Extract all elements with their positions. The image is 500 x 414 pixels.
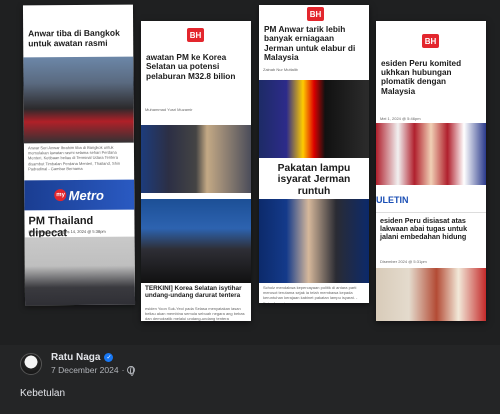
card-headline: Anwar tiba di Bangkok untuk awatan rasmi (28, 27, 120, 48)
post-date[interactable]: 7 December 2024 (51, 365, 119, 375)
card-date: Mei 1, 2024 @ 5:46pm (380, 116, 421, 121)
card-date-secondary: Disember 2024 @ 5:31pm (380, 259, 427, 264)
date-row: 7 December 2024 · (51, 365, 136, 376)
image-collage[interactable]: Anwar tiba di Bangkok untuk awatan rasmi… (0, 0, 500, 345)
bh-logo: BH (187, 28, 204, 42)
card-headline: esiden Peru komited ukhkan hubungan plom… (381, 59, 462, 96)
news-photo (141, 125, 251, 193)
news-photo-portrait (376, 268, 486, 321)
name-row: Ratu Naga ✓ (51, 352, 135, 363)
bh-logo: BH (422, 34, 439, 48)
post-caption: Kebetulan (20, 388, 66, 399)
globe-icon[interactable] (127, 366, 136, 376)
bh-logo: BH (307, 7, 324, 21)
card-body-text: Anwar Seri Anwar Ibrahim tiba di Bangkok… (27, 144, 121, 172)
card-body-text: Scholz mendakwa kepercayaan politik di a… (263, 285, 358, 303)
buletin-logo: ULETIN (376, 193, 486, 213)
news-photo (376, 123, 486, 185)
card-headline-secondary: Pakatan lampu isyarat Jerman runtuh (277, 163, 351, 197)
news-photo (259, 80, 369, 158)
post-meta: Ratu Naga ✓ 7 December 2024 · (51, 352, 136, 376)
card-date: Diterbitkan pada: Ogos 14, 2024 @ 5:38pm (28, 228, 106, 235)
card-byline: Muhammad Yusri Muzamir (145, 107, 193, 112)
card-headline-secondary: TERKINI] Korea Selatan isytihar undang-u… (145, 285, 242, 300)
news-photo (23, 56, 134, 144)
news-card-peru[interactable]: BH esiden Peru komited ukhkan hubungan p… (376, 21, 486, 321)
verified-badge-icon: ✓ (104, 353, 114, 362)
post-author: Ratu Naga ✓ 7 December 2024 · (20, 352, 136, 376)
news-card-korea[interactable]: BH awatan PM ke Korea Selatan ua potensi… (141, 21, 251, 321)
news-card-germany[interactable]: BH PM Anwar tarik lebih banyak erniagaan… (259, 5, 369, 303)
news-photo-broadcast (141, 199, 251, 283)
card-byline: Zainab Nur Muttalib (263, 67, 298, 72)
card-headline-secondary: esiden Peru disiasat atas lakwaan abai t… (380, 216, 468, 242)
separator-dot: · (121, 365, 125, 375)
author-name[interactable]: Ratu Naga (51, 352, 100, 363)
news-photo-portrait (259, 199, 369, 283)
metro-logo: my Metro (24, 179, 135, 211)
card-body-text: esiden Yoon Suk-Yeol pada Selasa menyata… (145, 306, 245, 321)
avatar[interactable] (20, 352, 42, 375)
news-photo-portrait (24, 236, 136, 306)
news-card-thailand[interactable]: Anwar tiba di Bangkok untuk awatan rasmi… (22, 4, 136, 306)
